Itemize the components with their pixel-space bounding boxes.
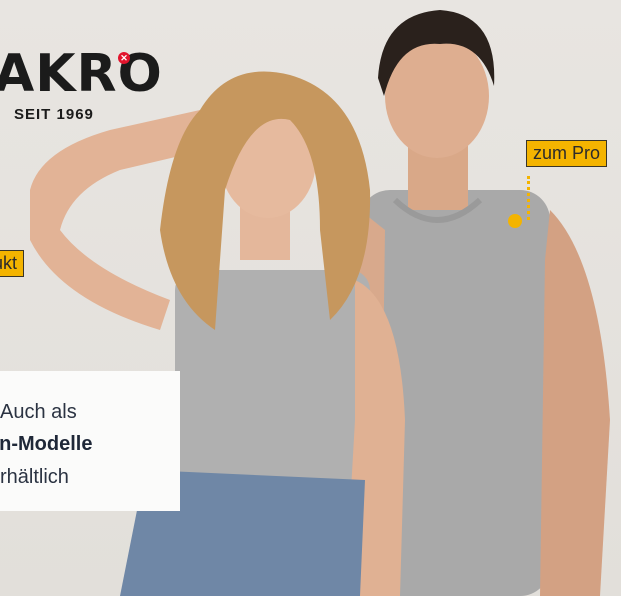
hotspot-connector <box>527 176 530 220</box>
info-card: Auch als en-Modelle rhältlich <box>0 371 180 511</box>
brand-tagline: SEIT 1969 <box>14 106 94 123</box>
info-line-1: Auch als <box>0 401 77 423</box>
info-line-2: en-Modelle <box>0 433 93 455</box>
product-hotspot-right[interactable]: zum Pro <box>526 140 608 167</box>
brand-mark-icon: ✕ <box>118 52 130 64</box>
hotspot-dot[interactable] <box>508 214 522 228</box>
info-line-3: rhältlich <box>0 466 69 488</box>
brand-name: AKRO <box>0 44 163 104</box>
product-hotspot-left[interactable]: ukt <box>0 250 25 277</box>
female-model <box>30 71 405 596</box>
